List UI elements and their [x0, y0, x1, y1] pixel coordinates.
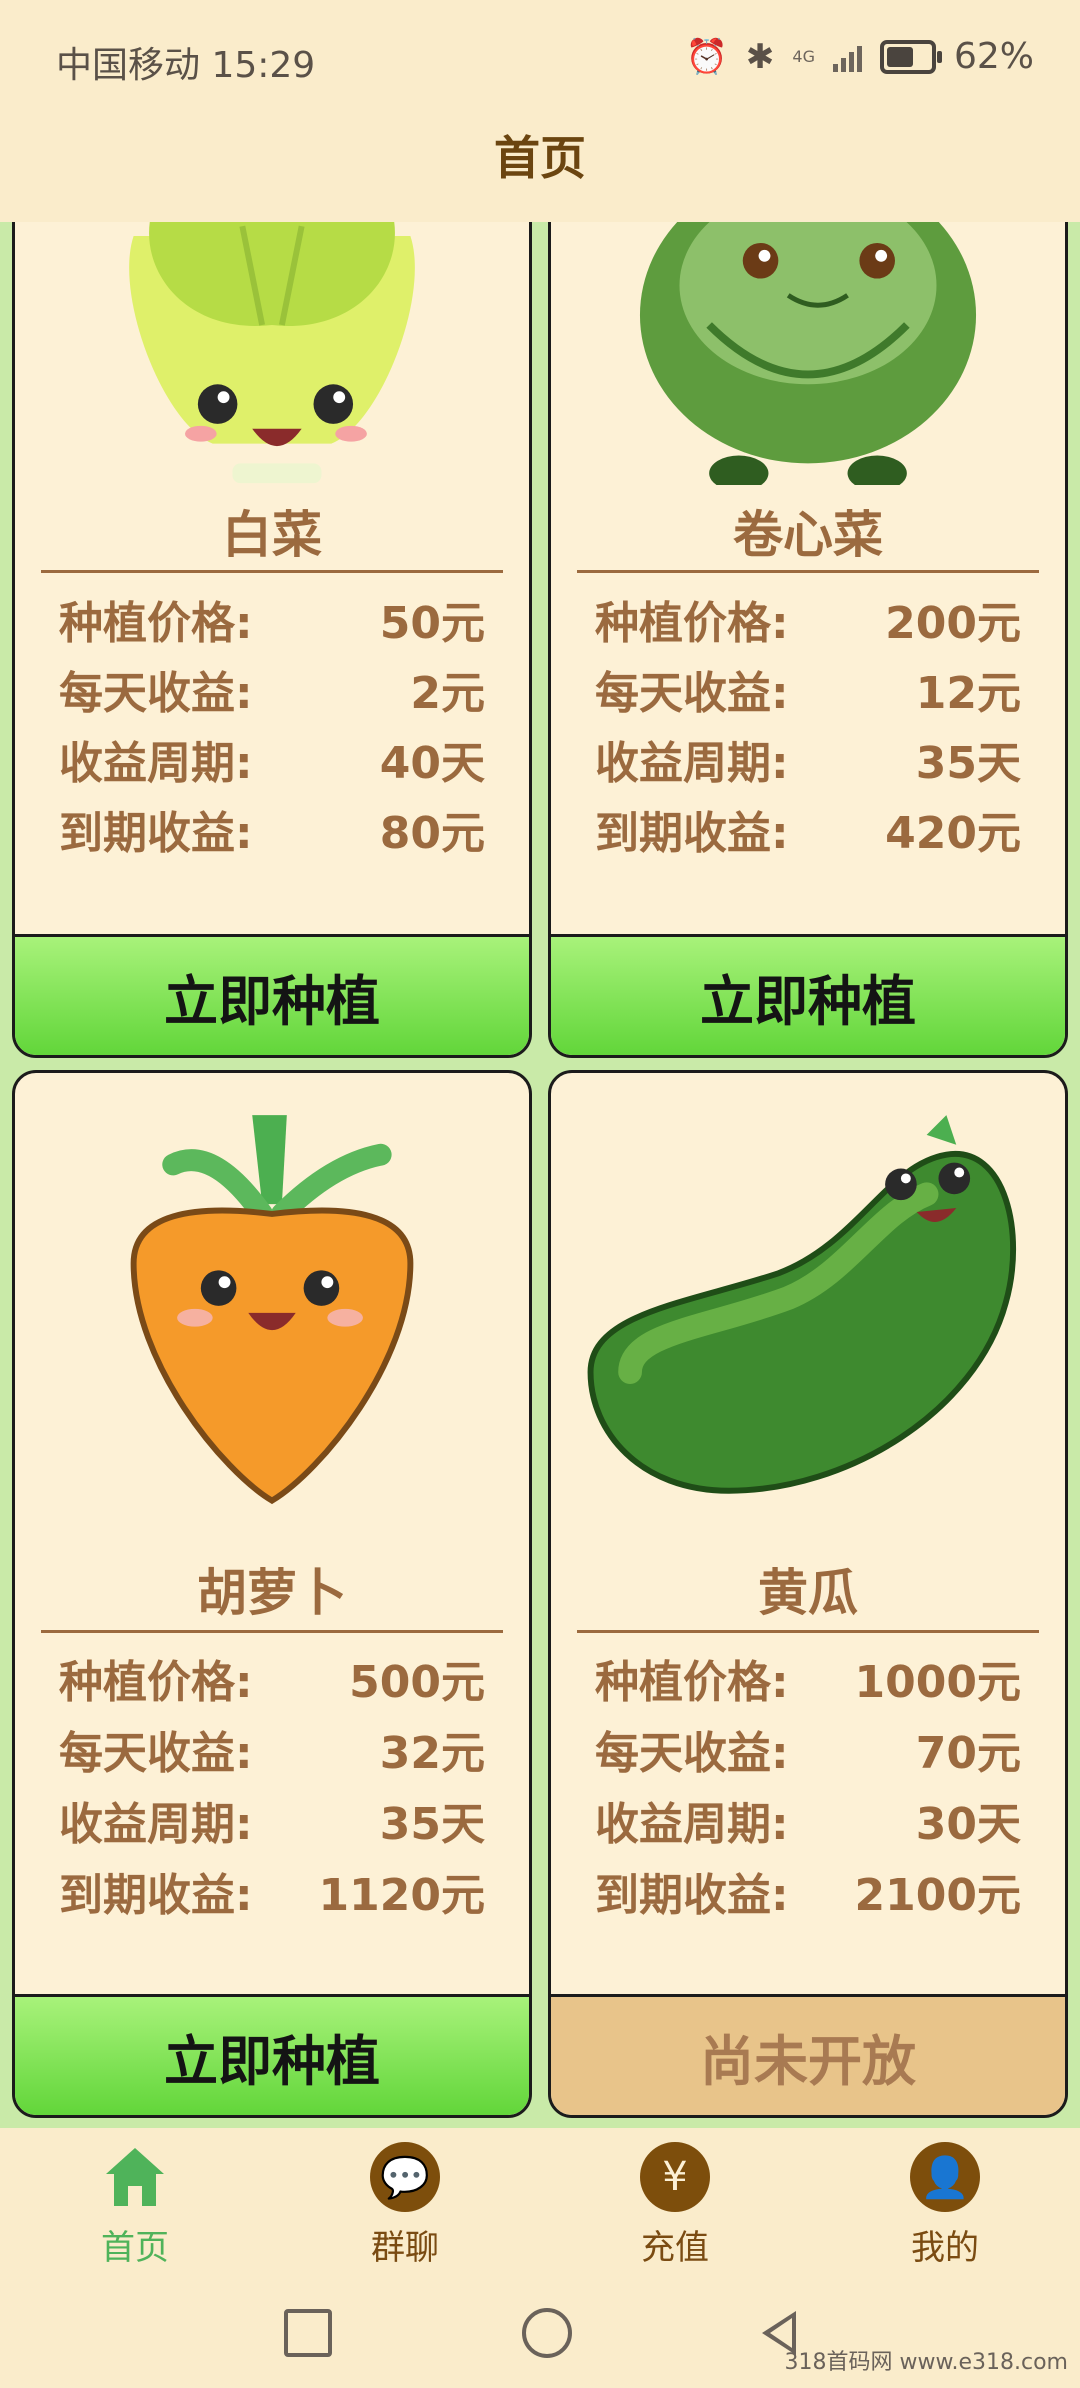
- battery-percent: 62%: [953, 36, 1034, 77]
- divider: [577, 570, 1039, 573]
- product-card-carrot: 胡萝卜 种植价格: 500元 每天收益: 32元 收益周期: 35天 到期收益: 112…: [12, 1070, 532, 2118]
- plant-now-button[interactable]: 立即种植: [15, 1994, 529, 2115]
- tab-home[interactable]: 首页: [35, 2128, 235, 2269]
- product-name: 卷心菜: [733, 506, 883, 564]
- not-open-button[interactable]: 尚未开放: [551, 1994, 1065, 2115]
- info-row: 收益周期: 30天: [595, 1799, 1021, 1850]
- chat-icon: 💬: [370, 2142, 440, 2212]
- home-icon: [100, 2142, 170, 2212]
- battery-icon: [879, 39, 942, 74]
- tab-group-chat[interactable]: 💬 群聊: [305, 2128, 505, 2269]
- info-row: 每天收益: 32元: [59, 1728, 485, 1779]
- info-row: 收益周期: 35天: [595, 738, 1021, 789]
- cabbage-illustration: [640, 222, 976, 485]
- info-row: 每天收益: 2元: [59, 668, 485, 719]
- divider: [577, 1630, 1039, 1633]
- info-row: 每天收益: 12元: [595, 668, 1021, 719]
- tab-label: 群聊: [371, 2228, 439, 2268]
- tab-profile[interactable]: 👤 我的: [845, 2128, 1045, 2269]
- alarm-icon: ⏰: [685, 36, 728, 77]
- bok-choy-illustration: [129, 222, 415, 484]
- cucumber-illustration: [587, 1115, 1017, 1494]
- watermark: 318首码网 www.e318.com: [784, 2350, 1068, 2375]
- carrier-time: 中国移动 15:29: [56, 45, 316, 86]
- info-row: 到期收益: 420元: [595, 808, 1021, 859]
- tab-label: 首页: [101, 2228, 169, 2268]
- signal-icon: [832, 42, 862, 72]
- info-row: 收益周期: 35天: [59, 1799, 485, 1850]
- home-button-icon[interactable]: [522, 2308, 572, 2358]
- product-grid[interactable]: 白菜 种植价格: 50元 每天收益: 2元 收益周期: 40天 到期收益: 80元 立即…: [0, 222, 1080, 2128]
- yuan-icon: ¥: [640, 2142, 710, 2212]
- info-row: 种植价格: 1000元: [595, 1657, 1021, 1708]
- divider: [41, 570, 503, 573]
- product-name: 白菜: [222, 506, 322, 564]
- tab-label: 我的: [911, 2228, 979, 2268]
- carrot-illustration: [130, 1115, 414, 1505]
- product-name: 黄瓜: [758, 1564, 858, 1622]
- status-bar: 中国移动 15:29 ⏰ ✱ 4G 62%: [0, 0, 1080, 118]
- info-row: 每天收益: 70元: [595, 1728, 1021, 1779]
- divider: [41, 1630, 503, 1633]
- app-header: 首页: [0, 118, 1080, 222]
- status-icons: ⏰ ✱ 4G 62%: [686, 36, 1034, 77]
- info-row: 到期收益: 80元: [59, 808, 485, 859]
- product-card-bok-choy: 白菜 种植价格: 50元 每天收益: 2元 收益周期: 40天 到期收益: 80元 立即…: [12, 222, 532, 1058]
- tab-label: 充值: [641, 2228, 709, 2268]
- plant-now-button[interactable]: 立即种植: [551, 934, 1065, 1055]
- bottom-tab-bar: 首页 💬 群聊 ¥ 充值 👤 我的: [0, 2128, 1080, 2278]
- plant-now-button[interactable]: 立即种植: [15, 934, 529, 1055]
- recent-apps-icon[interactable]: [284, 2309, 332, 2357]
- info-row: 到期收益: 2100元: [595, 1870, 1021, 1921]
- product-name: 胡萝卜: [197, 1564, 347, 1622]
- info-row: 收益周期: 40天: [59, 738, 485, 789]
- info-row: 种植价格: 50元: [59, 598, 485, 649]
- bluetooth-icon: ✱: [745, 36, 775, 77]
- product-card-cabbage: 卷心菜 种植价格: 200元 每天收益: 12元 收益周期: 35天 到期收益: 420…: [548, 222, 1068, 1058]
- profile-icon: 👤: [910, 2142, 980, 2212]
- info-row: 种植价格: 500元: [59, 1657, 485, 1708]
- tab-recharge[interactable]: ¥ 充值: [575, 2128, 775, 2269]
- product-card-cucumber: 黄瓜 种植价格: 1000元 每天收益: 70元 收益周期: 30天 到期收益: 210…: [548, 1070, 1068, 2118]
- network-type: 4G: [792, 46, 815, 66]
- page-title: 首页: [494, 131, 586, 185]
- info-row: 到期收益: 1120元: [59, 1870, 485, 1921]
- info-row: 种植价格: 200元: [595, 598, 1021, 649]
